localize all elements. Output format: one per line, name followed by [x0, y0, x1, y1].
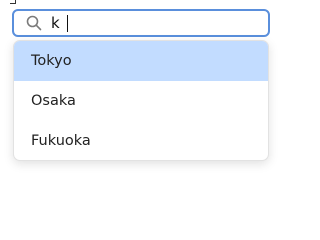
search-input[interactable] [51, 12, 251, 34]
suggestions-dropdown: Tokyo Osaka Fukuoka [13, 40, 269, 161]
text-caret [67, 15, 68, 32]
partial-bracket-mark [10, 0, 16, 4]
page: Tokyo Osaka Fukuoka [0, 0, 307, 220]
suggestion-option[interactable]: Osaka [14, 81, 268, 121]
suggestion-option[interactable]: Fukuoka [14, 121, 268, 160]
suggestion-option[interactable]: Tokyo [14, 41, 268, 81]
search-icon [26, 15, 42, 31]
search-box[interactable] [12, 9, 270, 37]
